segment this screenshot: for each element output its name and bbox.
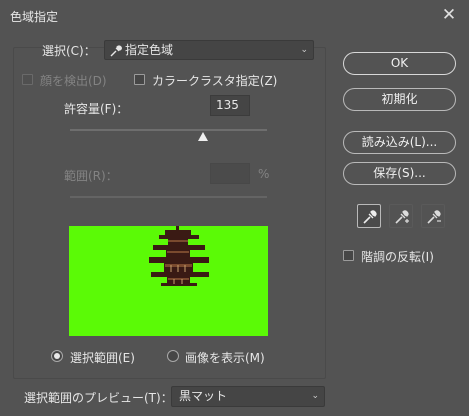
- eyedropper-plus-tool[interactable]: [389, 204, 413, 228]
- select-value: 指定色域: [125, 43, 174, 57]
- face-detect-label: 顔を検出(D): [40, 74, 107, 88]
- color-cluster-label: カラークラスタ指定(Z): [152, 74, 278, 88]
- selection-preview: [69, 226, 268, 336]
- face-detect-checkbox[interactable]: [22, 74, 33, 85]
- selection-radio-label: 選択範囲(E): [70, 351, 135, 365]
- color-cluster-checkbox[interactable]: [134, 74, 145, 85]
- selection-radio[interactable]: [51, 350, 63, 362]
- eyedropper-icon: [363, 210, 377, 224]
- chevron-down-icon: ⌄: [311, 391, 319, 401]
- close-icon[interactable]: ✕: [438, 5, 460, 25]
- select-label: 選択(C)：: [42, 44, 96, 58]
- ok-button[interactable]: OK: [343, 52, 456, 75]
- tolerance-slider-track[interactable]: [70, 129, 267, 131]
- eyedropper-minus-tool[interactable]: [421, 204, 445, 228]
- save-button[interactable]: 保存(S)...: [343, 162, 456, 185]
- range-slider-track: [70, 196, 267, 198]
- invert-label: 階調の反転(I): [361, 250, 434, 264]
- range-unit: %: [258, 167, 270, 181]
- eyedropper-tool[interactable]: [357, 204, 381, 228]
- tolerance-label: 許容量(F)：: [64, 102, 129, 116]
- preview-select-value: 黒マット: [179, 389, 228, 403]
- load-button[interactable]: 読み込み(L)...: [343, 131, 456, 154]
- show-image-radio[interactable]: [167, 350, 179, 362]
- eyedropper-icon: [110, 44, 122, 57]
- window-title: 色域指定: [10, 10, 59, 24]
- tolerance-slider-thumb[interactable]: [198, 132, 208, 141]
- chevron-down-icon: ⌄: [300, 45, 308, 55]
- select-dropdown[interactable]: 指定色域 ⌄: [104, 40, 314, 60]
- range-label: 範囲(R)：: [64, 169, 118, 183]
- pagoda-image: [149, 226, 209, 286]
- reset-button[interactable]: 初期化: [343, 88, 456, 111]
- preview-select-dropdown[interactable]: 黒マット ⌄: [171, 386, 325, 407]
- title-bar: 色域指定 ✕: [0, 0, 469, 31]
- tolerance-input[interactable]: 135: [210, 95, 250, 116]
- show-image-radio-label: 画像を表示(M): [185, 351, 265, 365]
- preview-select-label: 選択範囲のプレビュー(T)：: [24, 391, 173, 405]
- eyedropper-plus-icon: [395, 210, 409, 224]
- eyedropper-minus-icon: [427, 210, 441, 224]
- range-input[interactable]: [210, 163, 250, 184]
- invert-checkbox[interactable]: [343, 250, 354, 261]
